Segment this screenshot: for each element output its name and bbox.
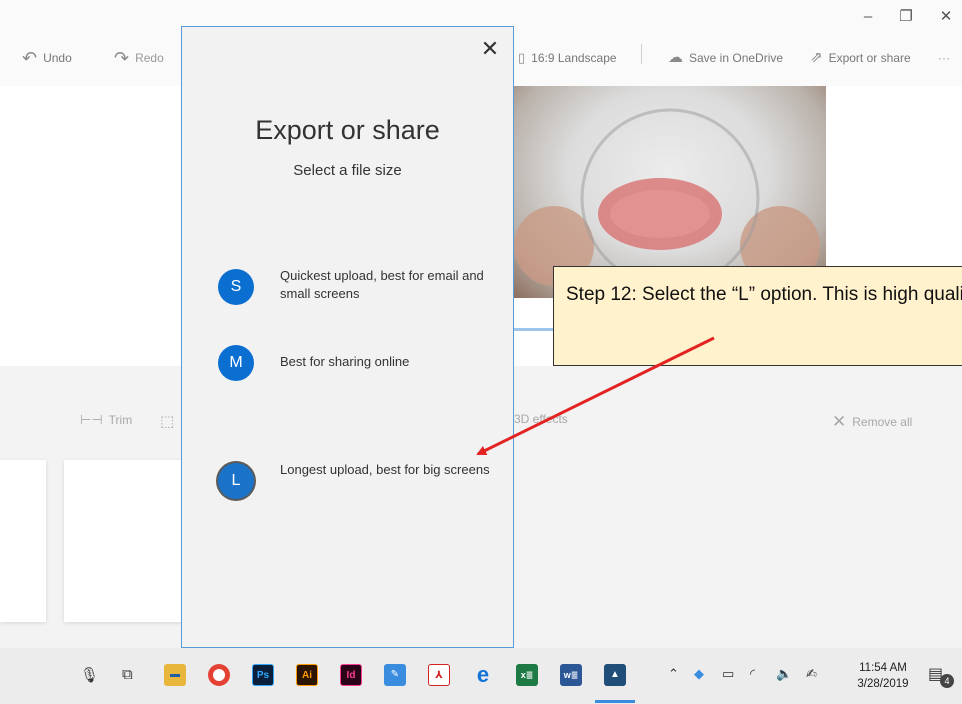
file-size-option-s[interactable]: S Quickest upload, best for email and sm… (218, 261, 498, 311)
illustrator-icon[interactable]: Ai (296, 664, 318, 686)
undo-label: Undo (43, 51, 72, 65)
chevron-up-icon[interactable]: ⌃ (668, 666, 679, 682)
dialog-close-button[interactable]: ✕ (478, 37, 502, 61)
export-dialog: ✕ Export or share Select a file size S Q… (181, 26, 514, 648)
photos-app-icon[interactable]: ▲ (604, 664, 626, 686)
dialog-subtitle: Select a file size (293, 162, 402, 179)
redo-icon: ↷ (114, 48, 130, 68)
option-m-badge: M (218, 345, 254, 381)
trim-label: Trim (108, 413, 133, 427)
redo-label: Redo (135, 51, 164, 65)
system-clock[interactable]: 11:54 AM 3/28/2019 (852, 660, 914, 692)
active-app-indicator (595, 700, 635, 703)
dialog-title: Export or share (255, 115, 440, 145)
callout-text: Step 12: Select the “L” option. This is … (566, 284, 962, 305)
option-s-badge: S (218, 269, 254, 305)
file-size-option-l[interactable]: L Longest upload, best for big screens (218, 455, 498, 505)
photoshop-icon[interactable]: Ps (252, 664, 274, 686)
undo-icon: ↶ (22, 48, 38, 68)
edge-icon[interactable]: e (472, 664, 494, 686)
close-icon: ✕ (832, 412, 847, 431)
word-icon[interactable]: w≣ (560, 664, 582, 686)
defender-icon[interactable]: ◆ (694, 666, 704, 682)
notification-count-badge: 4 (940, 674, 954, 688)
storyboard-card[interactable] (64, 460, 184, 622)
aspect-ratio-label: 16:9 Landscape (531, 51, 617, 65)
share-icon: ⇗ (810, 49, 823, 66)
taskbar: 🎙 ⧉ ▬ Ps Ai Id ✎ ⅄ e x≣ w≣ ▲ ⌃ ◆ ▭ ◜ 🔈 ✍… (0, 648, 962, 704)
instruction-callout: Step 12: Select the “L” option. This is … (553, 266, 962, 366)
minimize-button[interactable]: – (854, 6, 882, 28)
3d-effects-button[interactable]: 3D effects (514, 412, 568, 426)
trim-icon: ⊢⊣ (80, 412, 103, 427)
battery-icon[interactable]: ▭ (722, 666, 734, 682)
resize-button[interactable]: ⬚ (160, 412, 174, 430)
restore-button[interactable]: ❐ (892, 6, 920, 28)
task-view-icon[interactable]: ⧉ (122, 666, 133, 683)
storyboard-card[interactable] (0, 460, 46, 622)
clock-time: 11:54 AM (859, 662, 907, 674)
indesign-icon[interactable]: Id (340, 664, 362, 686)
option-l-label: Longest upload, best for big screens (280, 462, 490, 477)
aspect-ratio-button[interactable]: ▯ 16:9 Landscape (518, 47, 617, 69)
sticky-app-icon[interactable]: ✎ (384, 664, 406, 686)
wifi-icon[interactable]: ◜ (750, 666, 755, 682)
excel-icon[interactable]: x≣ (516, 664, 538, 686)
save-onedrive-label: Save in OneDrive (689, 51, 784, 65)
option-s-label: Quickest upload, best for email and smal… (280, 268, 484, 301)
volume-icon[interactable]: 🔈 (776, 666, 792, 682)
undo-button[interactable]: ↶ Undo (22, 47, 72, 69)
notification-center-button[interactable]: ▤ 4 (928, 664, 954, 688)
cloud-upload-icon: ☁ (668, 49, 683, 66)
file-explorer-icon[interactable]: ▬ (164, 664, 186, 686)
chrome-icon[interactable] (208, 664, 230, 686)
3d-effects-label: 3D effects (514, 412, 568, 426)
redo-button[interactable]: ↷ Redo (114, 47, 164, 69)
acrobat-icon[interactable]: ⅄ (428, 664, 450, 686)
toolbar-divider (641, 44, 642, 64)
remove-all-label: Remove all (852, 415, 913, 429)
option-m-label: Best for sharing online (280, 354, 410, 369)
clock-date: 3/28/2019 (857, 678, 909, 690)
microphone-icon[interactable]: 🎙 (80, 666, 99, 684)
close-window-button[interactable]: ✕ (932, 6, 960, 28)
more-options-button[interactable]: ··· (938, 47, 950, 69)
aspect-ratio-icon: ▯ (518, 50, 526, 65)
export-share-label: Export or share (828, 51, 911, 65)
remove-all-button[interactable]: ✕ Remove all (832, 412, 912, 432)
save-onedrive-button[interactable]: ☁ Save in OneDrive (668, 47, 783, 69)
export-share-button[interactable]: ⇗ Export or share (810, 47, 911, 69)
file-size-option-m[interactable]: M Best for sharing online (218, 337, 498, 387)
option-l-badge: L (218, 463, 254, 499)
resize-icon: ⬚ (160, 413, 175, 430)
pen-icon[interactable]: ✍ (806, 666, 817, 682)
trim-button[interactable]: ⊢⊣ Trim (80, 412, 132, 428)
